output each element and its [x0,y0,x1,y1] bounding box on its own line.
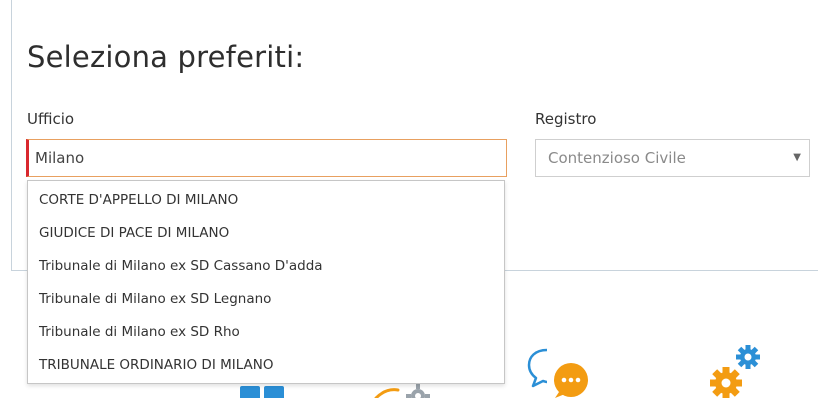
dropdown-item[interactable]: Tribunale di Milano ex SD Cassano D'adda [28,250,504,283]
ufficio-label: Ufficio [27,110,75,128]
dropdown-item[interactable]: GIUDICE DI PACE DI MILANO [28,217,504,250]
panel-left-border [11,0,12,270]
page: Seleziona preferiti: Ufficio Registro Co… [0,0,818,398]
registro-selected-value: Contenzioso Civile [548,149,686,167]
dropdown-item[interactable]: Tribunale di Milano ex SD Legnano [28,283,504,316]
registro-select[interactable]: Contenzioso Civile ▼ [535,139,810,177]
chat-bubbles-icon[interactable] [527,348,591,398]
gears-icon[interactable] [704,343,774,398]
dropdown-item[interactable]: CORTE D'APPELLO DI MILANO [28,184,504,217]
page-title: Seleziona preferiti: [27,40,305,74]
dropdown-item[interactable]: TRIBUNALE ORDINARIO DI MILANO [28,349,504,382]
ufficio-autocomplete-dropdown: CORTE D'APPELLO DI MILANO GIUDICE DI PAC… [27,180,505,384]
chevron-down-icon: ▼ [793,152,801,163]
ufficio-input[interactable] [26,139,507,177]
registro-label: Registro [535,110,597,128]
tiles-icon[interactable] [238,382,288,398]
dropdown-item[interactable]: Tribunale di Milano ex SD Rho [28,316,504,349]
